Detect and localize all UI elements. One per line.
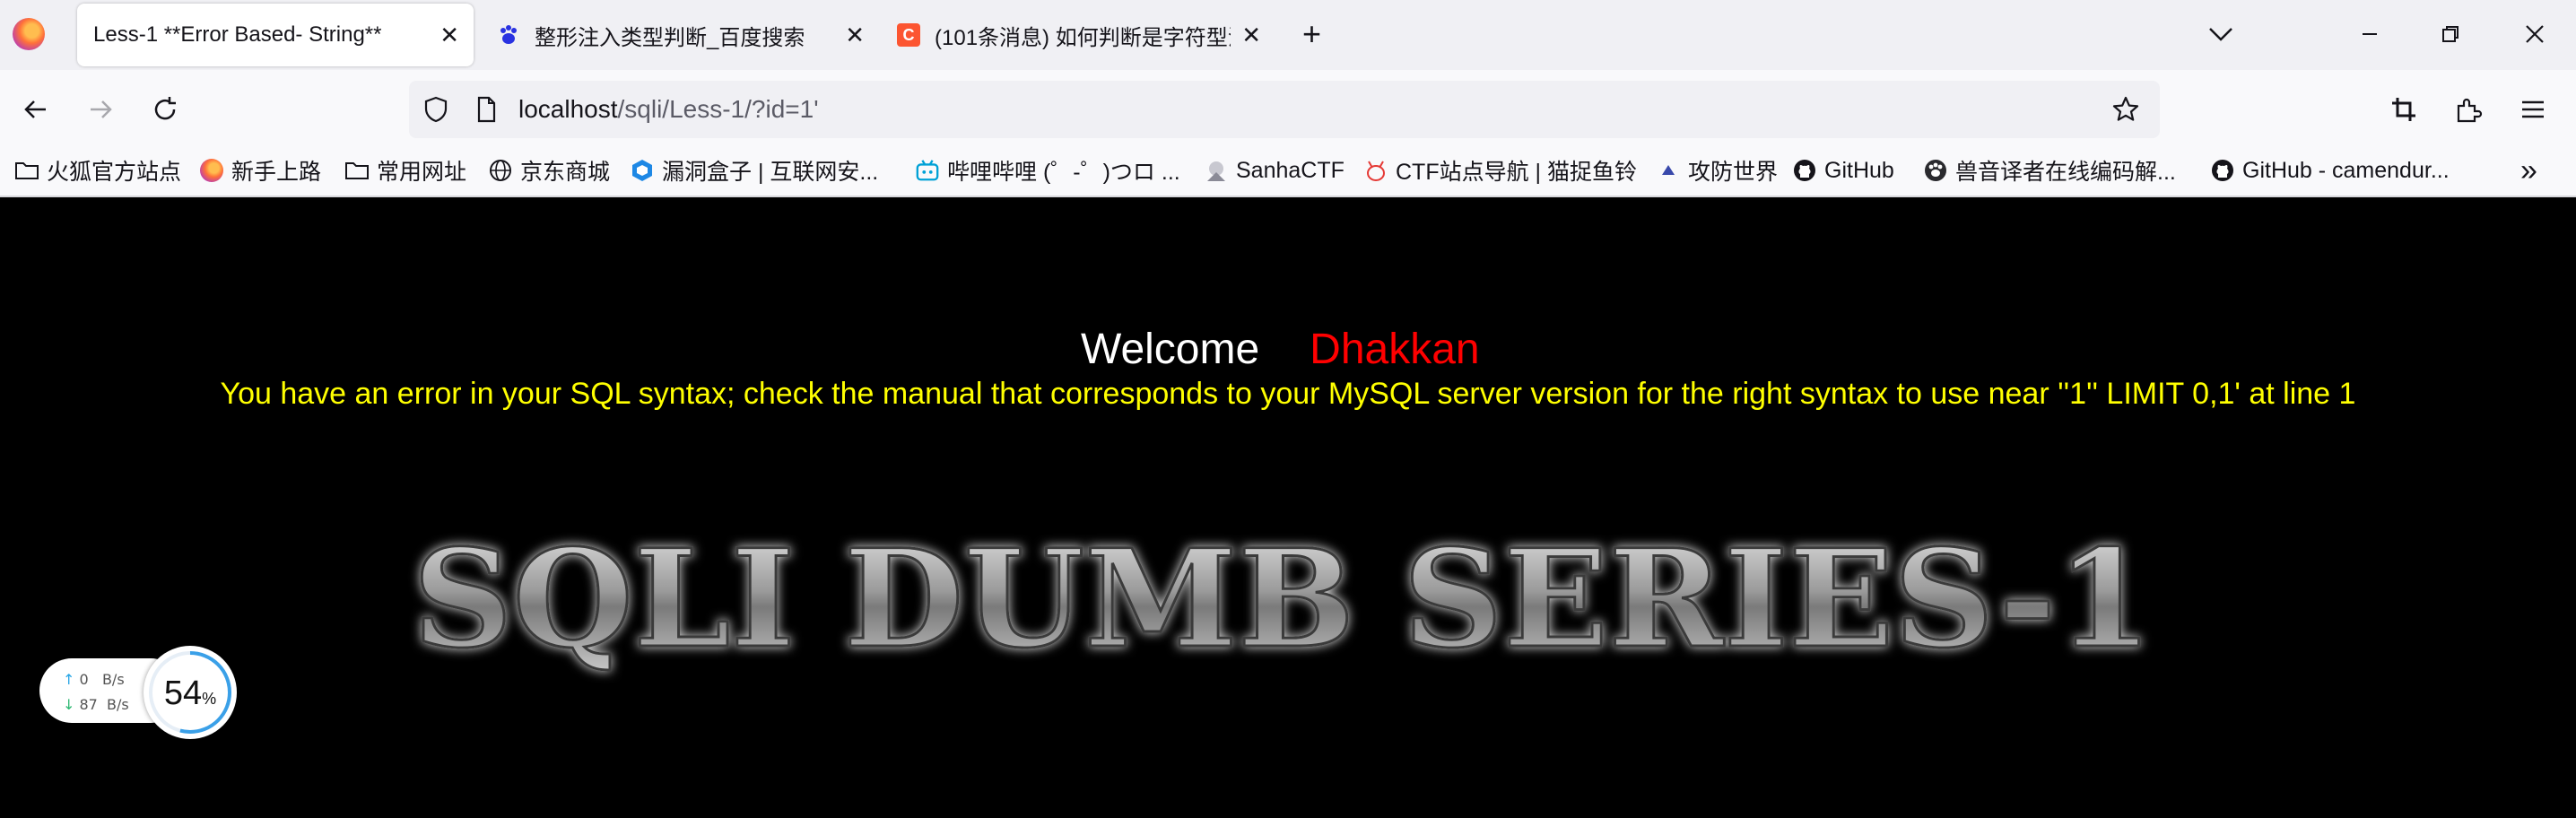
url-path: /sqli/Less-1/?id=1' — [617, 95, 819, 123]
tab-title: 整形注入类型判断_百度搜索 — [535, 25, 805, 50]
screenshot-crop-button[interactable] — [2384, 90, 2424, 129]
bookmark-item[interactable]: 京东商城 — [488, 154, 610, 187]
banner-text: SQLI DUMB SERIES-1 — [413, 520, 2153, 678]
cpu-usage-gauge: 54% — [144, 646, 237, 739]
back-arrow-icon — [24, 100, 46, 118]
chevron-down-icon — [2209, 28, 2232, 41]
close-window-button[interactable] — [2513, 14, 2556, 54]
globe-icon — [488, 158, 513, 183]
bookmark-label: 攻防世界 — [1688, 160, 1779, 185]
tab-close-icon[interactable]: ✕ — [439, 23, 459, 47]
bookmark-item[interactable]: 漏洞盒子 | 互联网安... — [630, 154, 878, 187]
bilibili-icon — [915, 158, 940, 183]
bookmark-item[interactable]: GitHub - camendur... — [2210, 154, 2450, 187]
sql-error-message: You have an error in your SQL syntax; ch… — [220, 377, 2356, 411]
new-tab-button[interactable]: + — [1302, 16, 1321, 52]
minimize-icon — [2363, 33, 2377, 35]
firefox-menu-icon[interactable] — [13, 18, 45, 50]
bookmark-item[interactable]: CTF站点导航 | 猫捉鱼铃 — [1363, 154, 1637, 187]
attack-defense-icon — [1656, 158, 1681, 183]
welcome-line: Welcome Dhakkan — [1081, 325, 1480, 374]
reload-icon — [154, 97, 176, 120]
url-text[interactable]: localhost/sqli/Less-1/?id=1' — [518, 95, 819, 124]
welcome-text: Welcome — [1081, 326, 1260, 373]
url-host: localhost — [518, 95, 618, 123]
tracking-protection-shield-icon[interactable] — [422, 95, 450, 124]
tab-bar: Less-1 **Error Based- String** ✕ 整形注入类型判… — [0, 0, 2576, 70]
more-bookmarks-chevron-icon[interactable]: » — [2520, 154, 2537, 187]
upload-speed: ↑ 0 B/s — [63, 671, 125, 688]
minimize-button[interactable] — [2348, 14, 2391, 54]
bookmark-label: 兽音译者在线编码解... — [1955, 160, 2176, 185]
tab-baidu-search[interactable]: 整形注入类型判断_百度搜索 ✕ — [481, 4, 879, 66]
bookmark-label: 京东商城 — [520, 160, 611, 185]
github-icon — [2210, 158, 2235, 183]
folder-icon — [14, 158, 39, 183]
bookmark-item[interactable]: GitHub — [1792, 154, 1894, 187]
puzzle-extensions-icon — [2457, 98, 2483, 123]
bookmark-label: SanhaCTF — [1236, 157, 1345, 183]
bookmark-item[interactable]: 常用网址 — [344, 154, 466, 187]
page-info-icon[interactable] — [472, 95, 500, 124]
baidu-paw-icon — [497, 23, 520, 47]
firefox-icon — [199, 158, 224, 183]
cat-icon — [1363, 158, 1388, 183]
sqli-dumb-series-banner: SQLI DUMB SERIES-1 — [412, 519, 2154, 680]
bookmark-item[interactable]: 新手上路 — [199, 154, 321, 187]
tab-close-icon[interactable]: ✕ — [1241, 23, 1261, 47]
tab-title: (101条消息) 如何判断是字符型注入 — [935, 25, 1231, 50]
bookmark-item[interactable]: 哔哩哔哩 (゜-゜)つロ ... — [915, 154, 1180, 187]
bookmark-star-icon[interactable] — [2111, 95, 2140, 124]
download-arrow-icon: ↓ — [63, 696, 75, 713]
forward-arrow-icon — [91, 100, 112, 118]
extensions-button[interactable] — [2449, 90, 2488, 129]
bookmark-item[interactable]: 火狐官方站点 — [14, 154, 181, 187]
list-all-tabs-button[interactable] — [2205, 18, 2237, 55]
folder-icon — [344, 158, 370, 183]
close-icon — [2526, 25, 2544, 43]
tab-less-1[interactable]: Less-1 **Error Based- String** ✕ — [77, 4, 474, 66]
sanha-icon — [1204, 158, 1229, 183]
username-text: Dhakkan — [1310, 326, 1480, 373]
tab-csdn[interactable]: C (101条消息) 如何判断是字符型注入 ✕ — [881, 4, 1279, 66]
bookmark-label: CTF站点导航 | 猫捉鱼铃 — [1396, 160, 1637, 185]
upload-arrow-icon: ↑ — [63, 671, 75, 688]
hexagon-icon — [630, 158, 655, 183]
crop-icon — [2392, 98, 2415, 121]
bookmark-label: GitHub - camendur... — [2242, 157, 2450, 183]
app-menu-button[interactable] — [2513, 90, 2553, 129]
github-icon — [1792, 158, 1817, 183]
bookmark-label: 新手上路 — [231, 160, 322, 185]
restore-button[interactable] — [2429, 14, 2472, 54]
page-content — [0, 197, 2576, 818]
bookmark-item[interactable]: 兽音译者在线编码解... — [1923, 154, 2176, 187]
bookmark-label: 常用网址 — [377, 160, 467, 185]
bookmark-item[interactable]: SanhaCTF — [1204, 154, 1345, 187]
restore-icon — [2442, 26, 2459, 42]
csdn-icon: C — [897, 23, 920, 47]
bookmark-label: 漏洞盒子 | 互联网安... — [662, 160, 879, 185]
hamburger-menu-icon — [2522, 100, 2544, 118]
bookmark-label: 火狐官方站点 — [47, 160, 182, 185]
bookmark-item[interactable]: 攻防世界 — [1656, 154, 1778, 187]
network-speed-widget[interactable]: ↑ 0 B/s ↓ 87 B/s 54% — [39, 646, 237, 739]
bookmark-label: GitHub — [1824, 157, 1894, 183]
tab-close-icon[interactable]: ✕ — [845, 23, 865, 47]
url-bar[interactable]: localhost/sqli/Less-1/?id=1' — [409, 81, 2160, 138]
usage-percent: 54% — [163, 674, 217, 712]
paw-icon — [1923, 158, 1948, 183]
bookmark-label: 哔哩哔哩 (゜-゜)つロ ... — [947, 160, 1180, 185]
forward-button[interactable] — [81, 90, 120, 129]
reload-button[interactable] — [145, 90, 185, 129]
download-speed: ↓ 87 B/s — [63, 696, 129, 713]
back-button[interactable] — [16, 90, 56, 129]
tab-title: Less-1 **Error Based- String** — [93, 22, 382, 47]
